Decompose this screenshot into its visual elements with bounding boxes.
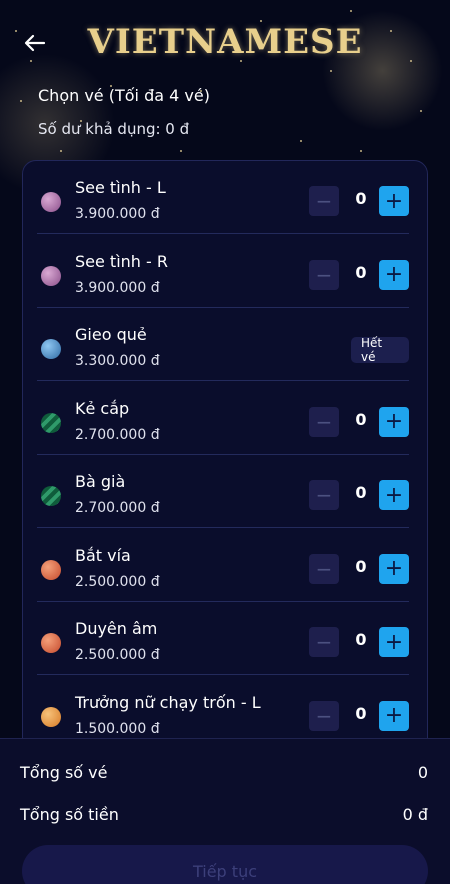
ticket-row: See tình - L 3.900.000 đ − 0 + <box>37 161 409 234</box>
ticket-row: Bắt vía 2.500.000 đ − 0 + <box>37 529 409 602</box>
ticket-name: Bắt vía <box>75 545 131 565</box>
ticket-name: Duyên âm <box>75 619 158 638</box>
ticket-name: See tình - L <box>75 178 166 197</box>
balance-text: Số dư khả dụng: 0 đ <box>38 120 190 138</box>
increase-quantity-button[interactable]: + <box>379 627 409 657</box>
brand-logo: VIETNAMESE <box>87 22 363 62</box>
minus-icon: − <box>315 703 333 728</box>
ticket-color-dot-icon <box>41 706 61 727</box>
ticket-quantity: 0 <box>355 189 367 208</box>
ticket-price: 3.900.000 đ <box>75 279 160 296</box>
plus-icon: + <box>384 703 404 728</box>
minus-icon: − <box>315 189 333 213</box>
increase-quantity-button[interactable]: + <box>379 406 409 437</box>
increase-quantity-button[interactable]: + <box>379 259 409 290</box>
header: VIETNAMESE Chọn vé (Tối đa 4 vé) Số dư k… <box>0 0 450 160</box>
ticket-row: Bà già 2.700.000 đ − 0 + <box>37 455 409 528</box>
ticket-name: Bà già <box>75 472 126 491</box>
minus-icon: − <box>315 409 333 434</box>
ticket-list: See tình - L 3.900.000 đ − 0 + See tình - R 3.… <box>22 160 428 760</box>
increase-quantity-button[interactable]: + <box>379 480 409 510</box>
ticket-color-dot-icon <box>41 559 61 580</box>
decrease-quantity-button[interactable]: − <box>309 553 339 584</box>
ticket-price: 2.500.000 đ <box>75 573 160 590</box>
decrease-quantity-button[interactable]: − <box>309 406 339 437</box>
ticket-color-dot-icon <box>41 486 61 506</box>
ticket-quantity: 0 <box>355 630 367 649</box>
ticket-name: Gieo quẻ <box>75 325 147 344</box>
ticket-color-dot-icon <box>41 339 61 359</box>
ticket-color-dot-icon <box>41 412 61 433</box>
page-subtitle: Chọn vé (Tối đa 4 vé) <box>38 86 210 105</box>
decrease-quantity-button[interactable]: − <box>309 186 339 216</box>
decrease-quantity-button[interactable]: − <box>309 627 339 657</box>
total-tickets-value: 0 <box>417 763 428 782</box>
increase-quantity-button[interactable]: + <box>379 700 409 731</box>
ticket-quantity: 0 <box>355 409 367 429</box>
increase-quantity-button[interactable]: + <box>379 186 409 216</box>
ticket-price: 1.500.000 đ <box>75 720 160 737</box>
minus-icon: − <box>315 630 333 654</box>
ticket-row: Duyên âm 2.500.000 đ − 0 + <box>37 602 409 675</box>
continue-button[interactable]: Tiếp tục <box>22 845 428 884</box>
increase-quantity-button[interactable]: + <box>379 553 409 584</box>
decrease-quantity-button[interactable]: − <box>309 480 339 510</box>
ticket-price: 2.700.000 đ <box>75 500 160 516</box>
total-amount-value: 0 đ <box>402 805 428 824</box>
ticket-quantity: 0 <box>355 703 367 723</box>
plus-icon: + <box>384 409 404 434</box>
decrease-quantity-button[interactable]: − <box>309 700 339 731</box>
summary-footer: Tổng số vé 0 Tổng số tiền 0 đ Tiếp tục <box>0 738 450 884</box>
decrease-quantity-button[interactable]: − <box>309 259 339 290</box>
sold-out-badge: Hết vé <box>351 336 409 364</box>
plus-icon: + <box>384 482 404 508</box>
ticket-name: Kẻ cắp <box>75 398 130 418</box>
ticket-price: 2.500.000 đ <box>75 647 160 663</box>
minus-icon: − <box>315 483 333 507</box>
plus-icon: + <box>384 629 404 655</box>
ticket-name: See tình - R <box>75 251 168 271</box>
ticket-color-dot-icon <box>41 265 61 286</box>
ticket-name: Trưởng nữ chạy trốn - L <box>75 692 261 712</box>
minus-icon: − <box>315 262 333 287</box>
plus-icon: + <box>384 556 404 581</box>
ticket-quantity: 0 <box>355 483 367 502</box>
ticket-row: Kẻ cắp 2.700.000 đ − 0 + <box>37 382 409 455</box>
plus-icon: + <box>384 262 404 287</box>
ticket-row: Gieo quẻ 3.300.000 đ Hết vé <box>37 308 409 381</box>
ticket-price: 3.900.000 đ <box>75 206 160 222</box>
ticket-row: See tình - R 3.900.000 đ − 0 + <box>37 235 409 308</box>
total-tickets-label: Tổng số vé <box>20 763 108 782</box>
ticket-price: 3.300.000 đ <box>75 353 160 369</box>
ticket-quantity: 0 <box>355 556 367 576</box>
minus-icon: − <box>315 556 333 581</box>
total-amount-label: Tổng số tiền <box>20 805 119 824</box>
plus-icon: + <box>384 188 404 214</box>
ticket-color-dot-icon <box>41 192 61 212</box>
ticket-price: 2.700.000 đ <box>75 426 160 443</box>
ticket-color-dot-icon <box>41 633 61 653</box>
ticket-quantity: 0 <box>355 262 367 282</box>
